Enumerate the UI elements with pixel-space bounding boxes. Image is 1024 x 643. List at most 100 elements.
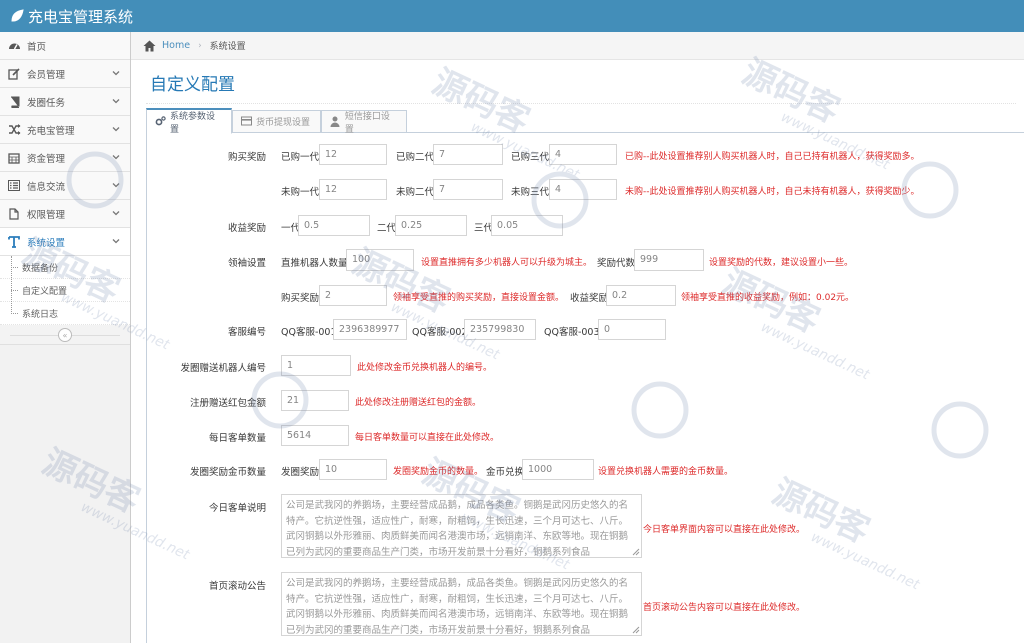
app-title[interactable]: 充电宝管理系统 (28, 6, 133, 27)
post-reward-input[interactable]: 10 (319, 459, 387, 480)
sidebar-item-home[interactable]: 首页 (0, 32, 130, 60)
leader-buy-help: 领袖享受直推的购买奖励，直接设置金额。 (393, 293, 565, 303)
income-reward-label: 收益奖励 (227, 223, 266, 234)
text-icon (7, 235, 21, 249)
leader-settings-label: 领袖设置 (227, 258, 266, 269)
income-gen3-input[interactable]: 0.05 (491, 215, 563, 236)
sidebar-item-label: 权限管理 (27, 209, 66, 221)
tab-bar: 系统参数设置 货币提现设置 短信接口设置 (146, 108, 1024, 135)
bought-gen1-label: 已购一代 (281, 152, 320, 163)
breadcrumb-current: 系统设置 (209, 42, 246, 52)
tab-label: 系统参数设置 (170, 111, 216, 135)
qq-service-003-input[interactable]: 0 (598, 319, 666, 340)
daily-desc-label: 今日客单说明 (208, 503, 266, 514)
leader-income-help: 领袖享受直推的收益奖励，例如：0.02元。 (681, 293, 855, 303)
leaf-icon (11, 9, 24, 22)
notice-label: 首页滚动公告 (208, 581, 266, 592)
sidebar-item-label: 首页 (27, 41, 47, 53)
tab-sms[interactable]: 短信接口设置 (321, 110, 407, 135)
tab-system-params[interactable]: 系统参数设置 (146, 108, 232, 135)
sidebar-item-powerbank[interactable]: 充电宝管理 (0, 116, 130, 144)
leader-gen-input[interactable]: 999 (634, 249, 704, 271)
qq-service-003-label: QQ客服-003 (544, 327, 600, 338)
sidebar-item-settings[interactable]: 系统设置 (0, 228, 130, 256)
chevron-down-icon (112, 127, 120, 132)
qq-service-002-label: QQ客服-002 (412, 327, 468, 338)
bought-help-text: 已购--此处设置推荐别人购买机器人时，自己已持有机器人，获得奖励多。 (625, 152, 920, 162)
unbought-gen2-label: 未购二代 (396, 187, 435, 198)
register-gift-label: 注册赠送红包金额 (189, 398, 266, 409)
collapse-sidebar-button[interactable]: « (58, 328, 72, 342)
sidebar: 首页 会员管理 发圈任务 充电宝管理 资金管理 信息交流 权限管理 系统设置 数… (0, 32, 131, 643)
cogs-icon (155, 116, 166, 127)
bought-gen3-label: 已购三代 (511, 152, 550, 163)
unbought-gen3-input[interactable]: 4 (549, 179, 617, 200)
coin-exchange-label: 金币兑换 (486, 467, 525, 478)
notice-text: 公司是武我冈的养鹅场，主要经营成品鹅，成品各类鱼。铜鹅是武冈历史悠久的名特产。它… (286, 578, 629, 636)
unbought-help-text: 未购--此处设置推荐别人购买机器人时，自己未持有机器人，获得奖励少。 (625, 187, 920, 197)
file-icon (7, 207, 21, 221)
income-gen2-input[interactable]: 0.25 (395, 215, 467, 236)
sidebar-item-funds[interactable]: 资金管理 (0, 144, 130, 172)
bought-gen3-input[interactable]: 4 (549, 144, 617, 165)
leader-buy-input[interactable]: 2 (319, 285, 387, 306)
coin-exchange-input[interactable]: 1000 (522, 459, 594, 480)
chevron-down-icon (112, 211, 120, 216)
sidebar-subitem-custom-config[interactable]: 自定义配置 (0, 279, 130, 302)
daily-orders-input[interactable]: 5614 (281, 425, 349, 446)
resize-grip-icon (632, 626, 640, 634)
notice-textarea[interactable]: 公司是武我冈的养鹅场，主要经营成品鹅，成品各类鱼。铜鹅是武冈历史悠久的名特产。它… (281, 572, 642, 636)
tab-label: 短信接口设置 (344, 111, 390, 135)
sidebar-subitem-system-log[interactable]: 系统日志 (0, 302, 130, 325)
leader-income-input[interactable]: 0.2 (606, 285, 676, 306)
chevron-down-icon (112, 71, 120, 76)
settings-form: 购买奖励 已购一代 12 已购二代 7 已购三代 4 已购--此处设置推荐别人购… (146, 133, 1024, 643)
bought-gen2-input[interactable]: 7 (433, 144, 503, 165)
user-icon (330, 116, 341, 127)
sidebar-collapse: « (0, 325, 130, 345)
leader-gen-help: 设置奖励的代数，建议设置小一些。 (709, 258, 854, 268)
register-gift-help: 此处修改注册赠送红包的金额。 (355, 398, 482, 408)
sidebar-item-permissions[interactable]: 权限管理 (0, 200, 130, 228)
settings-submenu: 数据备份 自定义配置 系统日志 (0, 256, 130, 325)
chevron-down-icon (112, 99, 120, 104)
list-icon (7, 179, 21, 193)
customer-service-label: 客服编号 (227, 327, 266, 338)
gift-robot-input[interactable]: 1 (281, 355, 351, 376)
gift-robot-help: 此处修改金币兑换机器人的编号。 (357, 363, 493, 373)
sidebar-item-tasks[interactable]: 发圈任务 (0, 88, 130, 116)
resize-grip-icon (632, 548, 640, 556)
qq-service-001-label: QQ客服-001 (281, 327, 337, 338)
leader-count-input[interactable]: 100 (346, 249, 414, 271)
chevron-down-icon (112, 155, 120, 160)
sidebar-subitem-backup[interactable]: 数据备份 (0, 256, 130, 279)
bought-gen2-label: 已购二代 (396, 152, 435, 163)
home-icon (143, 40, 156, 51)
shuffle-icon (7, 123, 21, 137)
bought-gen1-input[interactable]: 12 (319, 144, 387, 165)
gift-robot-label: 发圈赠送机器人编号 (180, 363, 266, 374)
daily-orders-label: 每日客单数量 (208, 433, 266, 444)
income-gen1-input[interactable]: 0.5 (298, 215, 370, 236)
page-title: 自定义配置 (150, 75, 235, 95)
sidebar-item-members[interactable]: 会员管理 (0, 60, 130, 88)
unbought-gen2-input[interactable]: 7 (433, 179, 503, 200)
calendar-icon (7, 151, 21, 165)
sidebar-item-messages[interactable]: 信息交流 (0, 172, 130, 200)
income-gen2-label: 二代 (377, 223, 397, 234)
qq-service-002-input[interactable]: 235799830 (464, 319, 536, 340)
coin-reward-label: 发圈奖励金币数量 (189, 467, 266, 478)
breadcrumb-home-link[interactable]: Home (162, 40, 190, 51)
book-icon (7, 95, 21, 109)
daily-desc-textarea[interactable]: 公司是武我冈的养鹅场，主要经营成品鹅，成品各类鱼。铜鹅是武冈历史悠久的名特产。它… (281, 494, 642, 558)
register-gift-input[interactable]: 21 (281, 390, 349, 411)
notice-help: 首页滚动公告内容可以直接在此处修改。 (643, 603, 806, 613)
purchase-reward-label: 购买奖励 (227, 152, 266, 163)
breadcrumb-separator: › (198, 40, 202, 51)
sidebar-item-label: 发圈任务 (27, 97, 66, 109)
dashboard-icon (7, 39, 21, 53)
tab-withdraw[interactable]: 货币提现设置 (232, 110, 321, 133)
sidebar-item-label: 会员管理 (27, 69, 66, 81)
unbought-gen1-input[interactable]: 12 (319, 179, 387, 200)
qq-service-001-input[interactable]: 2396389977 (333, 319, 407, 340)
